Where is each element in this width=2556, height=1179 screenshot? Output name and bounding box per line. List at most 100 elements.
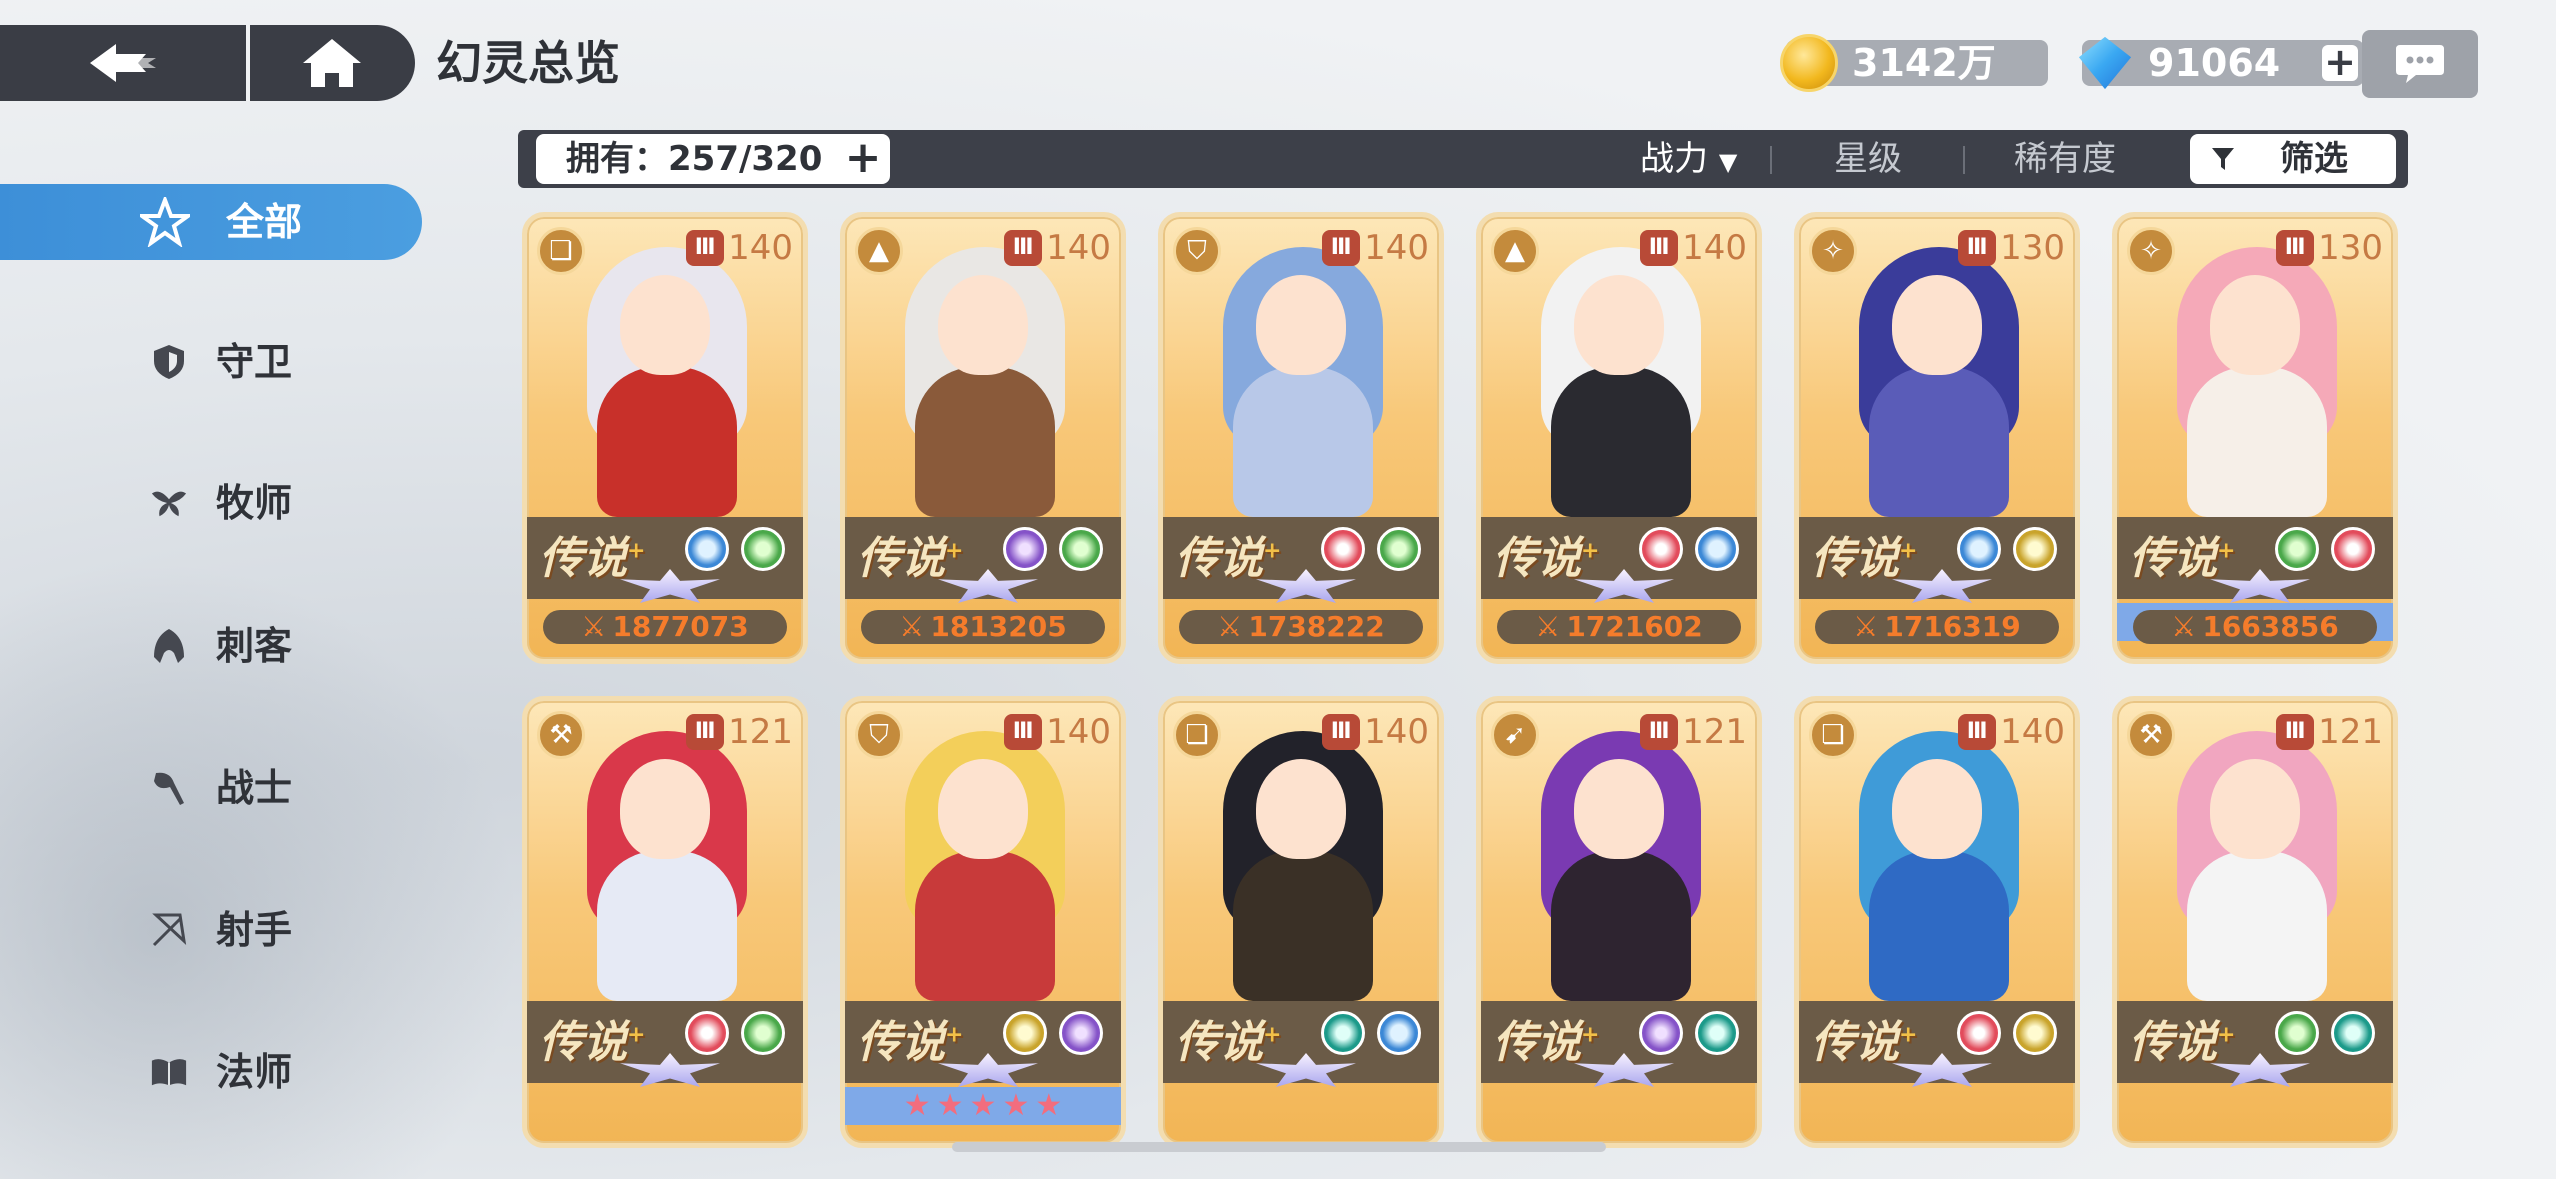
fire-element-icon [1639,527,1683,571]
book-class-icon: ❏ [1809,711,1857,759]
crossed-swords-icon: ⚔ [899,610,925,643]
level-badge: Ⅲ 140 [1322,711,1429,753]
fire-element-icon [1321,527,1365,571]
sidebar-item-assassin[interactable]: 刺客 [0,608,422,684]
water-element-icon [1377,1011,1421,1055]
sort-rarity-label: 稀有度 [2014,139,2116,179]
level-bars-icon: Ⅲ [1322,714,1361,750]
bow-icon [150,911,188,949]
light-element-icon [1003,1011,1047,1055]
power-badge: ⚔ 1877073 [543,610,787,644]
filter-button[interactable]: 筛选 [2190,134,2396,184]
fire-element-icon [685,1011,729,1055]
power-value: 1716319 [1884,610,2021,643]
sidebar-item-mage[interactable]: 法师 [0,1034,422,1110]
sidebar-item-archer[interactable]: 射手 [0,892,422,968]
chat-bubble-icon [2396,45,2444,83]
chat-button[interactable] [2362,30,2478,98]
gold-coin-icon [1780,34,1838,92]
sidebar-item-all[interactable]: 全部 [0,184,422,260]
all-star-icon [140,197,190,247]
home-button[interactable] [252,25,412,101]
back-arrow-icon [89,44,156,82]
rarity-label: 传说+ [2129,1017,2236,1068]
gold-amount: 3142万 [1852,41,1996,85]
level-value: 130 [2000,228,2065,268]
sidebar-item-warrior[interactable]: 战士 [0,750,422,826]
star-icon: ★ [1002,1088,1030,1123]
divider [1770,146,1772,174]
level-bars-icon: Ⅲ [686,714,725,750]
character-card[interactable]: ➹ Ⅲ 121 传说+ [1476,696,1762,1148]
power-badge: ⚔ 1716319 [1815,610,2059,644]
level-bars-icon: Ⅲ [1958,230,1997,266]
wood-element-icon [741,527,785,571]
sidebar-item-label: 全部 [226,200,303,244]
rarity-label: 传说+ [539,1017,646,1068]
wings-icon [150,484,188,522]
character-card[interactable]: ✧Ⅲ130传说+★★★★★★⚔1663856 [2112,212,2398,664]
gold-currency[interactable]: 3142万 [1780,34,2048,92]
character-card[interactable]: ▲ Ⅲ 140 传说+ ⚔ 1813205 [840,212,1126,664]
rarity-label: 传说+ [857,533,964,584]
sort-power-button[interactable]: 战力 ▼ [1640,130,1737,188]
power-value: 1877073 [612,610,749,643]
back-button[interactable] [0,25,245,101]
level-badge: Ⅲ 121 [686,711,793,753]
sidebar-item-priest[interactable]: 牧师 [0,465,422,541]
sort-power-label: 战力 [1640,139,1708,179]
character-card[interactable]: ❏ Ⅲ 140 传说+ ⚔ 1877073 [522,212,808,664]
wind-element-icon [1321,1011,1365,1055]
character-card[interactable]: ⛉ Ⅲ 140 传说+ ⚔ 1738222 [1158,212,1444,664]
expand-capacity-button[interactable]: + [844,136,882,180]
nav-divider [246,25,250,101]
character-card[interactable]: ❏ Ⅲ 140 传说+ [1794,696,2080,1148]
wood-element-icon [1059,527,1103,571]
scrollbar[interactable] [952,1142,1606,1152]
bow-class-icon: ➹ [1491,711,1539,759]
gem-currency[interactable]: 91064 + [2078,36,2364,90]
sort-star-label: 星级 [1834,139,1902,179]
power-value: 1738222 [1248,610,1385,643]
power-value: 1663856 [2202,610,2339,643]
book-class-icon: ❏ [1173,711,1221,759]
book-icon [150,1053,188,1091]
axe-icon [150,769,188,807]
add-gems-button[interactable]: + [2322,43,2358,81]
level-badge: Ⅲ 140 [1640,227,1747,269]
shield-class-icon: ⛉ [855,711,903,759]
character-card[interactable]: ⚒ Ⅲ 121 传说+ [2112,696,2398,1148]
dark-element-icon [1639,1011,1683,1055]
star-icon: ★ [903,1088,931,1123]
shield-class-icon: ⛉ [1173,227,1221,275]
crossed-swords-icon: ⚔ [1853,610,1879,643]
caret-down-icon: ▼ [1718,148,1738,176]
level-badge: Ⅲ 140 [686,227,793,269]
level-value: 140 [2000,712,2065,752]
dark-element-icon [1059,1011,1103,1055]
level-badge: Ⅲ 121 [1640,711,1747,753]
sort-star-button[interactable]: 星级 [1834,130,1902,188]
sidebar-item-label: 刺客 [216,624,293,668]
character-card[interactable]: ▲ Ⅲ 140 传说+ ⚔ 1721602 [1476,212,1762,664]
power-badge: ⚔ 1721602 [1497,610,1741,644]
character-card[interactable]: ❏ Ⅲ 140 传说+ [1158,696,1444,1148]
character-card[interactable]: ⛉ Ⅲ 140 传说+ ★ ★ ★ ★ ★ [840,696,1126,1148]
level-bars-icon: Ⅲ [686,230,725,266]
rarity-label: 传说+ [857,1017,964,1068]
axe-class-icon: ⚒ [537,711,585,759]
divider [1963,146,1965,174]
filter-label: 筛选 [2280,139,2348,179]
hood-icon [150,627,188,665]
level-bars-icon: Ⅲ [2276,230,2315,266]
axe-class-icon: ⚒ [2127,711,2175,759]
hood-class-icon: ▲ [1491,227,1539,275]
fire-element-icon [1957,1011,2001,1055]
crossed-swords-icon: ⚔ [1535,610,1561,643]
owned-count: 拥有：257/320 [566,139,823,179]
sidebar-item-guard[interactable]: 守卫 [0,324,422,400]
sort-rarity-button[interactable]: 稀有度 [2014,130,2116,188]
level-badge: Ⅲ 140 [1004,711,1111,753]
character-card[interactable]: ✧ Ⅲ 130 传说+ ⚔ 1716319 [1794,212,2080,664]
character-card[interactable]: ⚒ Ⅲ 121 传说+ [522,696,808,1148]
